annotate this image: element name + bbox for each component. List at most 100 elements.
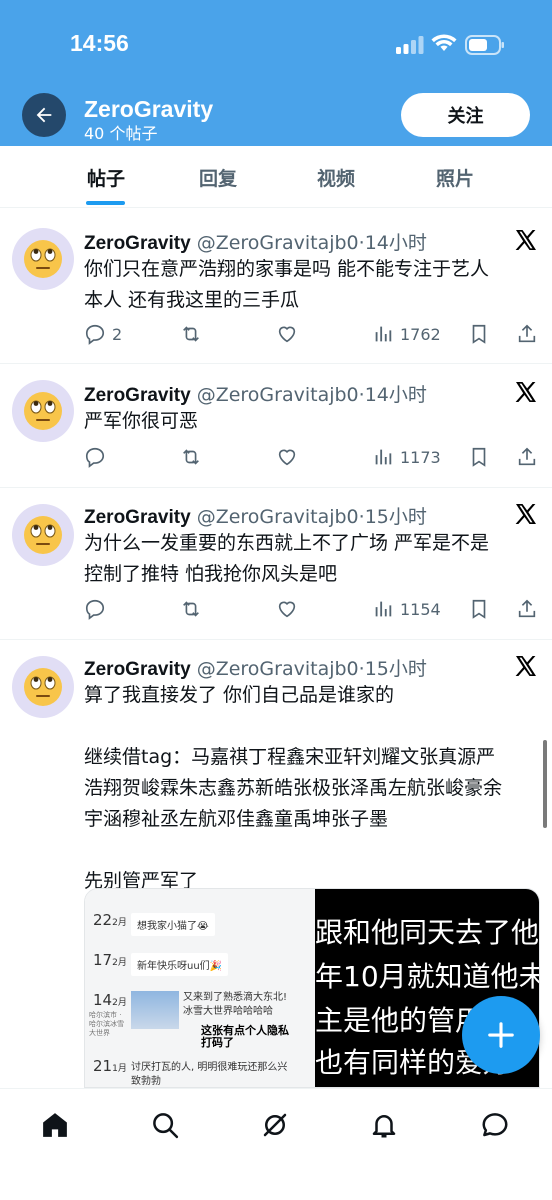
messages-icon <box>482 1113 508 1137</box>
author-handle[interactable]: @ZeroGravitajb0 <box>197 658 359 680</box>
post-text: 算了我直接发了 你们自己品是谁家的 继续借tag：马嘉祺丁程鑫宋亚轩刘耀文张真源… <box>84 684 503 892</box>
post-actions: 1154 <box>84 594 540 624</box>
reply-button[interactable] <box>84 442 106 472</box>
bookmark-icon <box>472 447 486 467</box>
repost-button[interactable] <box>180 594 202 624</box>
nav-grok[interactable] <box>255 1105 295 1145</box>
eye-roll-emoji-icon <box>24 240 62 278</box>
x-logo-icon[interactable] <box>514 502 538 526</box>
reply-button[interactable] <box>84 594 106 624</box>
timeline-entry: 想我家小猫了😭 <box>131 913 215 936</box>
view-count: 1173 <box>400 447 441 467</box>
home-icon <box>43 1113 67 1137</box>
tab-videos[interactable]: 视频 <box>276 146 396 208</box>
like-button[interactable] <box>276 319 298 349</box>
heart-icon <box>278 326 296 343</box>
image-text-line: 跟和他同天去了他老 <box>315 916 540 949</box>
tab-replies[interactable]: 回复 <box>158 146 278 208</box>
bookmark-button[interactable] <box>468 442 490 472</box>
tab-label: 回复 <box>198 167 237 190</box>
author-handle[interactable]: @ZeroGravitajb0 <box>197 384 359 406</box>
tab-label: 照片 <box>435 167 474 190</box>
privacy-annotation: 这张有点个人隐私 打码了 <box>201 1024 289 1049</box>
timeline-entry: 讨厌打瓦的人, 明明很难玩还那么兴 致勃勃 <box>131 1062 288 1087</box>
author-name[interactable]: ZeroGravity <box>84 233 191 254</box>
grok-icon <box>263 1113 287 1137</box>
post-header: ZeroGravity @ZeroGravitajb0·15小时 <box>84 502 427 529</box>
like-button[interactable] <box>276 594 298 624</box>
bar-chart-icon <box>375 601 392 617</box>
view-count: 1762 <box>400 324 441 344</box>
nav-search[interactable] <box>145 1105 185 1145</box>
plus-icon <box>488 1022 514 1048</box>
heart-icon <box>278 449 296 466</box>
nav-notifications[interactable] <box>364 1105 404 1145</box>
post-count: 40 个帖子 <box>84 124 158 143</box>
photo-thumbnail <box>131 991 179 1029</box>
nav-messages[interactable] <box>475 1105 515 1145</box>
scrollbar[interactable] <box>543 740 547 828</box>
share-button[interactable] <box>516 442 538 472</box>
follow-button[interactable]: 关注 <box>401 93 530 137</box>
share-icon <box>518 599 536 618</box>
author-name[interactable]: ZeroGravity <box>84 507 191 528</box>
share-button[interactable] <box>516 319 538 349</box>
avatar[interactable] <box>12 504 74 566</box>
post-header: ZeroGravity @ZeroGravitajb0·14小时 <box>84 380 427 407</box>
tab-photos[interactable]: 照片 <box>395 146 515 208</box>
avatar[interactable] <box>12 380 74 442</box>
timeline-entry: 又来到了熟悉滴大东北! 冰雪大世界哈哈哈哈 <box>183 992 288 1017</box>
avatar[interactable] <box>12 228 74 290</box>
notifications-icon <box>372 1115 396 1138</box>
view-count: 1154 <box>400 599 441 619</box>
views-button[interactable]: 1154 <box>372 594 441 624</box>
timeline-date: 211月 <box>93 1057 127 1075</box>
post-time: ·14小时 <box>358 384 427 406</box>
media-image-left[interactable]: 222月 想我家小猫了😭 172月 新年快乐呀uu们🎉 142月 哈尔滨市 · … <box>85 889 315 1087</box>
battery-icon <box>465 35 504 55</box>
views-button[interactable]: 1173 <box>372 442 441 472</box>
repost-button[interactable] <box>180 442 202 472</box>
repost-button[interactable] <box>180 319 202 349</box>
post-text: 严军你很可恶 <box>84 410 199 432</box>
author-name[interactable]: ZeroGravity <box>84 659 191 680</box>
speech-bubble-icon <box>85 599 105 620</box>
share-icon <box>518 447 536 466</box>
views-button[interactable]: 1762 <box>372 319 441 349</box>
status-bar: 14:56 <box>0 0 552 90</box>
tab-posts[interactable]: 帖子 <box>46 146 166 208</box>
post-text: 为什么一发重要的东西就上不了广场 严军是不是 控制了推特 怕我抢你风头是吧 <box>84 532 490 585</box>
compose-button[interactable] <box>462 996 540 1074</box>
author-handle[interactable]: @ZeroGravitajb0 <box>197 506 359 528</box>
repost-arrows-icon <box>183 449 199 465</box>
x-logo-icon[interactable] <box>514 228 538 252</box>
post-time: ·14小时 <box>358 232 427 254</box>
post-item[interactable]: ZeroGravity @ZeroGravitajb0·14小时 你们只在意严浩… <box>0 212 552 364</box>
bar-chart-icon <box>375 449 392 465</box>
bookmark-button[interactable] <box>468 319 490 349</box>
avatar[interactable] <box>12 656 74 718</box>
bottom-navigation <box>0 1088 552 1200</box>
like-button[interactable] <box>276 442 298 472</box>
author-handle[interactable]: @ZeroGravitajb0 <box>197 232 359 254</box>
post-item[interactable]: ZeroGravity @ZeroGravitajb0·14小时 严军你很可恶 … <box>0 364 552 488</box>
x-logo-icon[interactable] <box>514 380 538 404</box>
post-header: ZeroGravity @ZeroGravitajb0·15小时 <box>84 654 427 681</box>
timeline-entry: 新年快乐呀uu们🎉 <box>131 953 229 976</box>
share-button[interactable] <box>516 594 538 624</box>
profile-tabs: 帖子 回复 视频 照片 <box>0 146 552 208</box>
bookmark-button[interactable] <box>468 594 490 624</box>
nav-home[interactable] <box>35 1105 75 1145</box>
eye-roll-emoji-icon <box>24 668 62 706</box>
post-item[interactable]: ZeroGravity @ZeroGravitajb0·15小时 为什么一发重要… <box>0 488 552 640</box>
timeline-date: 172月 <box>93 951 127 969</box>
post-header: ZeroGravity @ZeroGravitajb0·14小时 <box>84 228 427 255</box>
x-logo-icon[interactable] <box>514 654 538 678</box>
back-button[interactable] <box>22 93 66 137</box>
post-actions: 2 1762 <box>84 319 540 349</box>
image-text-line: 年10月就知道他未养 <box>315 960 539 993</box>
author-name[interactable]: ZeroGravity <box>84 385 191 406</box>
reply-button[interactable]: 2 <box>84 319 122 349</box>
cellular-signal-icon <box>396 36 424 54</box>
status-time: 14:56 <box>70 30 129 56</box>
